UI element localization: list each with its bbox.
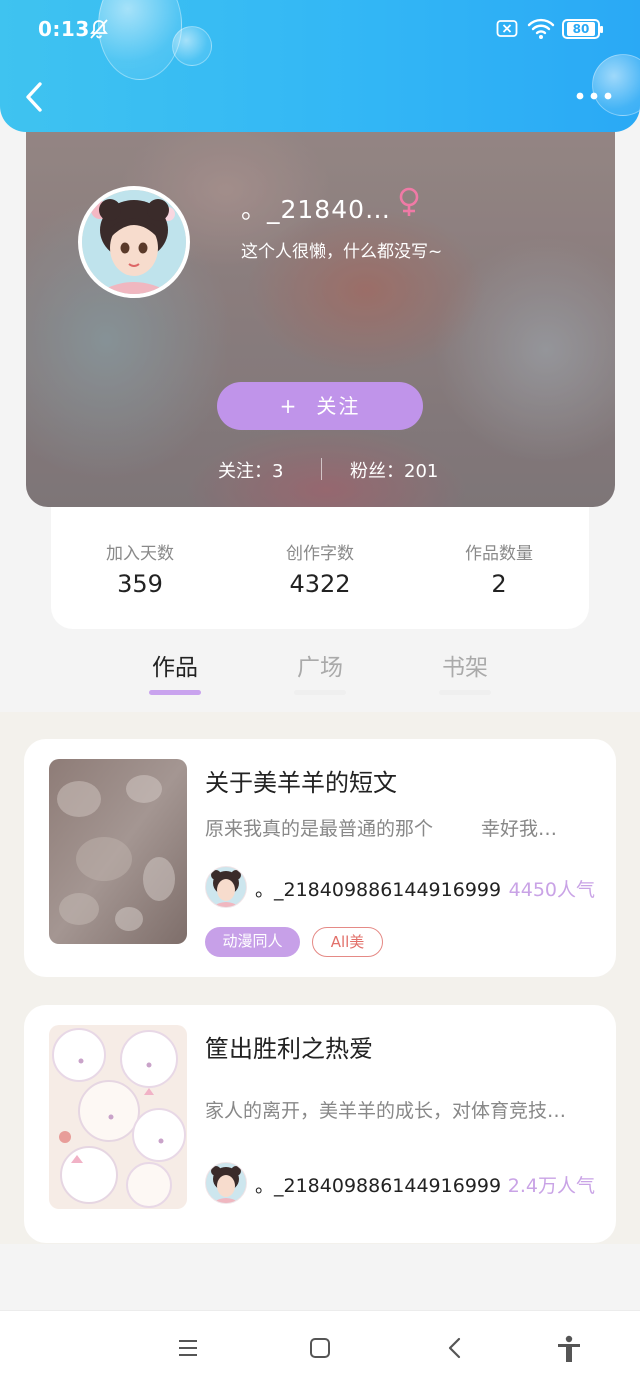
stat-value: 359	[117, 570, 163, 598]
tag-chip[interactable]: All美	[312, 927, 383, 957]
work-description-line: 幸好我…	[481, 818, 558, 840]
battery-icon: 80	[562, 19, 603, 39]
stat-value: 4322	[289, 570, 351, 598]
wifi-icon	[527, 18, 555, 39]
plus-icon: +	[279, 394, 299, 418]
status-time: 0:13	[38, 17, 90, 41]
stat-label: 作品数量	[465, 544, 533, 564]
tab-indicator	[149, 690, 201, 695]
follow-button[interactable]: + 关注	[217, 382, 423, 430]
work-author[interactable]: 。_218409886144916999	[255, 875, 501, 902]
stat-works-count: 作品数量 2	[419, 539, 579, 598]
following-count[interactable]: 关注：3	[218, 457, 283, 483]
work-author-row: 。_218409886144916999 2.4万人气	[205, 1162, 595, 1204]
home-square-icon[interactable]	[308, 1335, 332, 1361]
work-description-line: 家人的离开，美羊羊的成长，对体育竞技…	[205, 1100, 567, 1122]
tag-chip[interactable]: 动漫同人	[205, 927, 300, 957]
works-list: 关于美羊羊的短文 原来我真的是最普通的那个 幸好我… 。_218409886144…	[0, 712, 640, 1244]
avatar[interactable]	[78, 186, 190, 298]
stat-label: 加入天数	[106, 544, 174, 564]
stats-panel: 加入天数 359 创作字数 4322 作品数量 2	[51, 507, 589, 629]
work-author-row: 。_218409886144916999 4450人气	[205, 866, 595, 908]
tab-bookshelf[interactable]: 书架	[425, 648, 505, 682]
work-cover-image[interactable]	[49, 759, 187, 944]
work-author[interactable]: 。_218409886144916999	[255, 1171, 501, 1198]
username: 。_21840…	[241, 195, 392, 224]
avatar[interactable]	[205, 866, 247, 908]
stat-join-days: 加入天数 359	[60, 539, 220, 598]
work-cover-image[interactable]	[49, 1025, 187, 1209]
back-triangle-icon[interactable]	[444, 1335, 466, 1361]
menu-icon[interactable]	[177, 1335, 199, 1361]
profile-bio: 这个人很懒，什么都没写~	[241, 242, 443, 262]
decorative-bubble	[592, 54, 640, 116]
work-description: 家人的离开，美羊羊的成长，对体育竞技…	[205, 1096, 590, 1123]
stat-value: 2	[491, 570, 507, 598]
tab-indicator	[439, 690, 491, 695]
work-description-line: 原来我真的是最普通的那个	[205, 818, 434, 840]
divider	[321, 458, 322, 480]
female-icon	[399, 187, 419, 216]
avatar[interactable]	[205, 1162, 247, 1204]
tab-works[interactable]: 作品	[135, 648, 215, 682]
accessibility-icon[interactable]	[556, 1335, 582, 1363]
stat-label: 创作字数	[286, 544, 354, 564]
more-dots-icon[interactable]	[574, 86, 614, 106]
profile-banner: 。_21840… 这个人很懒，什么都没写~ + 关注 关注：3 粉丝：201	[26, 100, 615, 507]
status-bar: 0:13 80	[0, 0, 640, 60]
bell-off-icon	[90, 19, 108, 39]
work-title: 筐出胜利之热爱	[205, 1035, 373, 1063]
work-card[interactable]: 筐出胜利之热爱 家人的离开，美羊羊的成长，对体育竞技… 。_2184098861…	[24, 1005, 616, 1243]
tab-indicator	[294, 690, 346, 695]
system-nav-bar	[0, 1310, 640, 1387]
follow-button-label: 关注	[316, 394, 361, 418]
back-button[interactable]	[22, 80, 48, 114]
app-header: 0:13 80	[0, 0, 640, 132]
tab-bar: 作品 广场 书架	[0, 640, 640, 712]
work-popularity: 2.4万人气	[507, 1175, 595, 1197]
followers-count[interactable]: 粉丝：201	[350, 457, 438, 483]
stat-word-count: 创作字数 4322	[240, 539, 400, 598]
work-card[interactable]: 关于美羊羊的短文 原来我真的是最普通的那个 幸好我… 。_218409886144…	[24, 739, 616, 977]
tab-square[interactable]: 广场	[280, 648, 360, 682]
no-sim-icon	[496, 20, 518, 37]
battery-level: 80	[567, 22, 595, 36]
work-popularity: 4450人气	[508, 879, 595, 901]
work-description: 原来我真的是最普通的那个 幸好我…	[205, 814, 590, 841]
work-title: 关于美羊羊的短文	[205, 769, 397, 797]
